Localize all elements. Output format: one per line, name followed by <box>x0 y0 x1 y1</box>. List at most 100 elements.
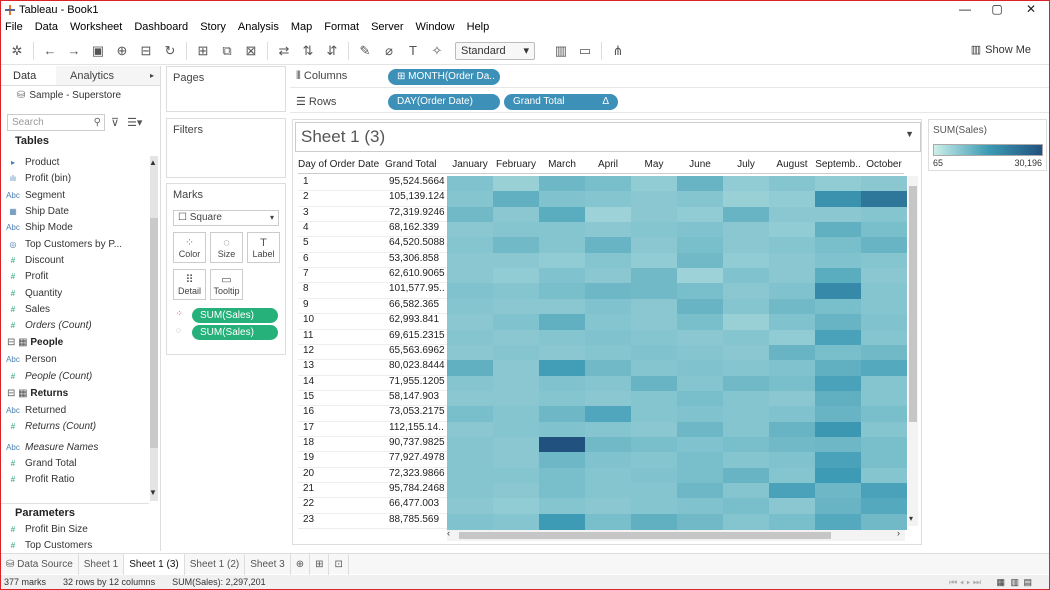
heatmap-cell[interactable] <box>677 252 723 269</box>
swap-rows-columns-icon[interactable]: ⇄ <box>276 43 292 59</box>
heatmap-cell[interactable] <box>447 176 493 192</box>
field-item[interactable]: ▦ Ship Date <box>1 204 149 220</box>
heatmap-cell[interactable] <box>723 252 769 269</box>
heatmap-cell[interactable] <box>815 237 861 254</box>
field-item[interactable]: ▸ Product <box>1 155 149 171</box>
heatmap-cell[interactable] <box>447 375 493 392</box>
heatmap-cell[interactable] <box>493 360 539 377</box>
row-grand-total[interactable]: 65,563.6962 <box>389 345 445 356</box>
heatmap-cell[interactable] <box>631 314 677 330</box>
heatmap-cell[interactable] <box>447 436 493 453</box>
heatmap-cell[interactable] <box>769 222 815 238</box>
field-item[interactable]: # Orders (Count) <box>1 318 149 334</box>
minimize-button[interactable]: — <box>947 1 983 19</box>
row-day-label[interactable]: 7 <box>303 268 309 279</box>
heatmap-cell[interactable] <box>539 406 585 423</box>
data-source-tab[interactable]: ⛁ Data Source <box>1 553 79 575</box>
heatmap-cell[interactable] <box>769 176 815 192</box>
list-view-icon[interactable]: ☰▾ <box>127 116 142 129</box>
fit-select[interactable]: Standard ▾ <box>455 41 535 60</box>
heatmap-cell[interactable] <box>769 498 815 515</box>
scroll-left-icon[interactable]: ‹ <box>447 528 450 538</box>
row-grand-total[interactable]: 64,520.5088 <box>389 237 445 248</box>
heatmap-cell[interactable] <box>861 436 907 453</box>
heatmap-cell[interactable] <box>539 329 585 346</box>
heatmap-cell[interactable] <box>723 483 769 499</box>
sales-color-pill[interactable]: SUM(Sales) <box>192 308 278 323</box>
heatmap-cell[interactable] <box>539 452 585 469</box>
row-day-label[interactable]: 21 <box>303 483 314 494</box>
filter-icon[interactable]: ⊽ <box>111 116 119 129</box>
heatmap-cell[interactable] <box>815 283 861 300</box>
heatmap-cell[interactable] <box>585 176 631 192</box>
column-header[interactable]: Septemb.. <box>815 157 861 173</box>
heatmap-cell[interactable] <box>769 237 815 254</box>
row-day-label[interactable]: 13 <box>303 360 314 371</box>
field-item[interactable]: # Profit Bin Size <box>1 522 149 538</box>
heatmap-cell[interactable] <box>723 375 769 392</box>
heatmap-cell[interactable] <box>631 513 677 530</box>
heatmap-cell[interactable] <box>677 390 723 407</box>
heatmap-cell[interactable] <box>539 268 585 284</box>
scrollbar-thumb[interactable] <box>909 186 917 422</box>
heatmap-cell[interactable] <box>493 406 539 423</box>
heatmap-cell[interactable] <box>677 467 723 484</box>
heatmap-cell[interactable] <box>631 268 677 284</box>
redo-icon[interactable]: → <box>66 43 82 59</box>
mark-type-select[interactable]: ☐ Square ▾ <box>173 210 279 226</box>
heatmap-cell[interactable] <box>861 314 907 330</box>
row-grand-total[interactable]: 58,147.903 <box>389 391 439 402</box>
heatmap-cell[interactable] <box>815 222 861 238</box>
heatmap-cell[interactable] <box>447 406 493 423</box>
heatmap-cell[interactable] <box>585 498 631 515</box>
heatmap-cell[interactable] <box>585 452 631 469</box>
menu-analysis[interactable]: Analysis <box>238 21 279 33</box>
heatmap-cell[interactable] <box>493 176 539 192</box>
row-day-label[interactable]: 18 <box>303 437 314 448</box>
heatmap-cell[interactable] <box>585 206 631 223</box>
heatmap-cell[interactable] <box>815 176 861 192</box>
row-grand-total[interactable]: 105,139.124 <box>389 191 445 202</box>
heatmap-cell[interactable] <box>585 268 631 284</box>
heatmap-cell[interactable] <box>677 314 723 330</box>
heatmap-cell[interactable] <box>493 268 539 284</box>
heatmap-cell[interactable] <box>539 375 585 392</box>
size-button[interactable]: ◌ Size <box>210 232 243 263</box>
undo-icon[interactable]: ← <box>42 43 58 59</box>
heatmap-cell[interactable] <box>631 360 677 377</box>
menu-server[interactable]: Server <box>371 21 403 33</box>
field-item[interactable]: # Grand Total <box>1 456 149 472</box>
heatmap-cell[interactable] <box>585 222 631 238</box>
heatmap-cell[interactable] <box>723 421 769 438</box>
heatmap-cell[interactable] <box>539 298 585 315</box>
column-header[interactable]: October <box>861 157 907 173</box>
heatmap-cell[interactable] <box>631 206 677 223</box>
sort-ascending-icon[interactable]: ⇅ <box>300 43 316 59</box>
restore-button[interactable]: ▢ <box>979 1 1015 19</box>
field-item[interactable]: ◎ Top Customers by P... <box>1 236 149 252</box>
heatmap-cell[interactable] <box>815 467 861 484</box>
row-day-label[interactable]: 19 <box>303 452 314 463</box>
row-grand-total[interactable]: 77,927.4978 <box>389 452 445 463</box>
heatmap-cell[interactable] <box>585 344 631 361</box>
heatmap-cell[interactable] <box>861 452 907 469</box>
heatmap-cell[interactable] <box>447 498 493 515</box>
heatmap-cell[interactable] <box>447 483 493 499</box>
heatmap-cell[interactable] <box>631 176 677 192</box>
save-icon[interactable]: ▣ <box>90 43 106 59</box>
menu-format[interactable]: Format <box>324 21 359 33</box>
heatmap-cell[interactable] <box>861 467 907 484</box>
heatmap-cell[interactable] <box>769 191 815 208</box>
heatmap-cell[interactable] <box>723 268 769 284</box>
heatmap-cell[interactable] <box>631 344 677 361</box>
row-day-label[interactable]: 12 <box>303 345 314 356</box>
row-grand-total[interactable]: 71,955.1205 <box>389 376 445 387</box>
sales-size-pill[interactable]: SUM(Sales) <box>192 325 278 340</box>
datasource-item[interactable]: ⛁ Sample - Superstore <box>1 86 160 106</box>
row-day-label[interactable]: 15 <box>303 391 314 402</box>
field-item[interactable]: # Profit Ratio <box>1 472 149 488</box>
heatmap-cell[interactable] <box>815 298 861 315</box>
heatmap-cell[interactable] <box>585 467 631 484</box>
heatmap-cell[interactable] <box>447 237 493 254</box>
heatmap-cell[interactable] <box>539 498 585 515</box>
